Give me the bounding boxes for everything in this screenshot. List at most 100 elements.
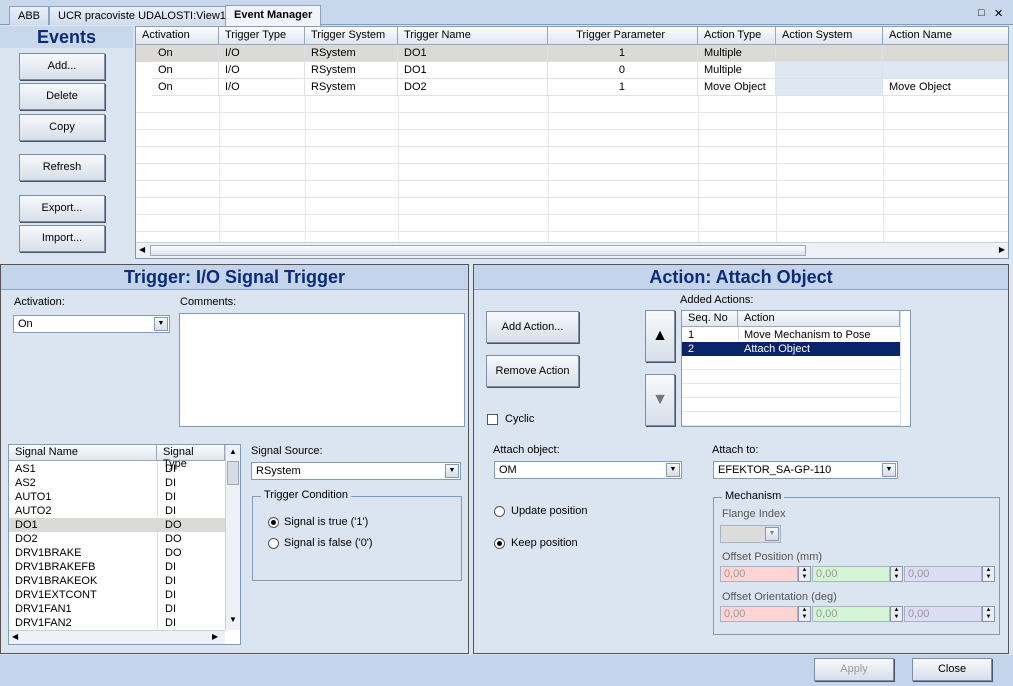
add-action-button[interactable]: Add Action... xyxy=(486,311,579,343)
scroll-up-icon[interactable]: ▲ xyxy=(229,447,237,456)
col-trigger-system[interactable]: Trigger System xyxy=(305,27,398,45)
spinner-z[interactable]: ▲ ▼ xyxy=(982,566,995,582)
table-cell: Move Object xyxy=(698,79,776,96)
signal-row[interactable]: AUTO2 DI xyxy=(9,504,225,518)
offset-orientation-x[interactable]: 0,00 xyxy=(720,606,798,622)
signal-false-radio[interactable] xyxy=(268,538,279,549)
update-position-radio[interactable] xyxy=(494,506,505,517)
signal-name: DRV1BRAKE xyxy=(15,547,82,559)
col-action-name[interactable]: Action Name xyxy=(883,27,1008,45)
signal-row[interactable]: DRV1BRAKE DO xyxy=(9,546,225,560)
chevron-down-icon[interactable]: ▼ xyxy=(154,317,168,331)
offset-position-x[interactable]: 0,00 xyxy=(720,566,798,582)
scroll-thumb[interactable] xyxy=(150,245,806,256)
signal-row[interactable]: AUTO1 DI xyxy=(9,490,225,504)
tab-event-manager[interactable]: Event Manager xyxy=(225,5,322,26)
col-seq-no[interactable]: Seq. No xyxy=(682,311,738,327)
comments-textarea[interactable] xyxy=(179,313,465,427)
table-cell xyxy=(883,62,1008,79)
restore-icon[interactable]: □ xyxy=(978,7,985,19)
spinner-ry[interactable]: ▲ ▼ xyxy=(890,606,903,622)
col-action-system[interactable]: Action System xyxy=(776,27,883,45)
activation-label: Activation: xyxy=(14,296,65,308)
col-signal-type[interactable]: Signal Type xyxy=(157,445,225,470)
export-button[interactable]: Export... xyxy=(19,195,105,222)
tab-ucr-view[interactable]: UCR pracoviste UDALOSTI:View1 xyxy=(49,6,235,25)
offset-orientation-y[interactable]: 0,00 xyxy=(812,606,890,622)
signal-row[interactable]: DRV1EXTCONT DI xyxy=(9,588,225,602)
cyclic-checkbox[interactable] xyxy=(487,414,498,425)
col-activation[interactable]: Activation xyxy=(136,27,219,45)
spinner-rx[interactable]: ▲ ▼ xyxy=(798,606,811,622)
chevron-down-icon[interactable]: ▼ xyxy=(666,463,680,477)
signal-hscrollbar[interactable]: ◀ ▶ xyxy=(9,630,225,644)
col-trigger-parameter[interactable]: Trigger Parameter xyxy=(548,27,698,45)
chevron-down-icon[interactable]: ▼ xyxy=(445,464,459,478)
close-button[interactable]: Close xyxy=(912,658,992,681)
col-trigger-type[interactable]: Trigger Type xyxy=(219,27,305,45)
action-row-selected[interactable]: 2 Attach Object xyxy=(682,342,900,356)
signal-row[interactable]: DO2 DO xyxy=(9,532,225,546)
spinner-y[interactable]: ▲ ▼ xyxy=(890,566,903,582)
import-button[interactable]: Import... xyxy=(19,225,105,252)
copy-event-button[interactable]: Copy xyxy=(19,114,105,141)
signal-true-radio[interactable] xyxy=(268,517,279,528)
keep-position-radio[interactable] xyxy=(494,538,505,549)
spinner-rz[interactable]: ▲ ▼ xyxy=(982,606,995,622)
apply-button[interactable]: Apply xyxy=(814,658,894,681)
col-action[interactable]: Action xyxy=(738,311,900,327)
action-name: Move Mechanism to Pose xyxy=(744,329,871,341)
tab-abb[interactable]: ABB xyxy=(9,6,50,25)
signal-name: DO2 xyxy=(15,533,38,545)
vertical-scrollbar[interactable]: ▲ ▼ xyxy=(225,445,240,630)
signal-row[interactable]: AS1 DI xyxy=(9,462,225,476)
scroll-right-icon[interactable]: ▶ xyxy=(999,245,1005,254)
signal-row[interactable]: DRV1BRAKEOK DI xyxy=(9,574,225,588)
events-grid[interactable]: Activation Trigger Type Trigger System T… xyxy=(135,26,1009,259)
scroll-thumb[interactable] xyxy=(227,461,239,485)
spinner-x[interactable]: ▲ ▼ xyxy=(798,566,811,582)
offset-orientation-z[interactable]: 0,00 xyxy=(904,606,982,622)
activation-select[interactable]: On ▼ xyxy=(13,315,170,333)
col-action-type[interactable]: Action Type xyxy=(698,27,776,45)
close-icon[interactable]: ✕ xyxy=(994,7,1003,20)
refresh-button[interactable]: Refresh xyxy=(19,154,105,181)
move-down-button[interactable]: ▼ xyxy=(645,374,675,426)
signal-row[interactable]: DRV1FAN2 DI xyxy=(9,616,225,630)
flange-index-select[interactable]: ▼ xyxy=(720,525,781,543)
table-cell: 1 xyxy=(548,79,698,96)
signal-row[interactable]: AS2 DI xyxy=(9,476,225,490)
remove-action-button[interactable]: Remove Action xyxy=(486,355,579,387)
signal-source-select[interactable]: RSystem ▼ xyxy=(251,462,461,480)
signal-row[interactable]: DRV1BRAKEFB DI xyxy=(9,560,225,574)
offset-position-z[interactable]: 0,00 xyxy=(904,566,982,582)
table-cell: On xyxy=(152,79,219,96)
scroll-down-icon[interactable]: ▼ xyxy=(229,615,237,624)
offset-orientation-label: Offset Orientation (deg) xyxy=(722,591,837,603)
horizontal-scrollbar[interactable]: ◀ ▶ xyxy=(136,242,1008,258)
col-divider xyxy=(305,96,306,242)
chevron-down-icon[interactable]: ▼ xyxy=(882,463,896,477)
chevron-down-icon[interactable]: ▼ xyxy=(765,527,779,541)
scroll-left-icon[interactable]: ◀ xyxy=(12,632,18,641)
signal-source-label: Signal Source: xyxy=(251,445,323,457)
scroll-left-icon[interactable]: ◀ xyxy=(139,245,145,254)
add-event-button[interactable]: Add... xyxy=(19,53,105,80)
signal-list[interactable]: Signal Name Signal Type AS1 DI AS2 DI AUTO… xyxy=(8,444,241,645)
col-trigger-name[interactable]: Trigger Name xyxy=(398,27,548,45)
attach-to-value: EFEKTOR_SA-GP-110 xyxy=(718,464,832,476)
action-row[interactable]: 1 Move Mechanism to Pose xyxy=(682,328,900,342)
update-position-label: Update position xyxy=(511,505,588,517)
attach-to-select[interactable]: EFEKTOR_SA-GP-110 ▼ xyxy=(713,461,898,479)
col-signal-name[interactable]: Signal Name xyxy=(9,445,157,461)
attach-object-select[interactable]: OM ▼ xyxy=(494,461,682,479)
scroll-right-icon[interactable]: ▶ xyxy=(212,632,218,641)
signal-type: DI xyxy=(165,561,176,573)
offset-position-y[interactable]: 0,00 xyxy=(812,566,890,582)
signal-row[interactable]: DRV1FAN1 DI xyxy=(9,602,225,616)
signal-type: DI xyxy=(165,589,176,601)
signal-row-selected[interactable]: DO1 DO xyxy=(9,518,225,532)
move-up-button[interactable]: ▲ xyxy=(645,310,675,362)
delete-event-button[interactable]: Delete xyxy=(19,83,105,110)
added-actions-list[interactable]: Seq. No Action 1 Move Mechanism to Pose 2… xyxy=(681,310,911,427)
